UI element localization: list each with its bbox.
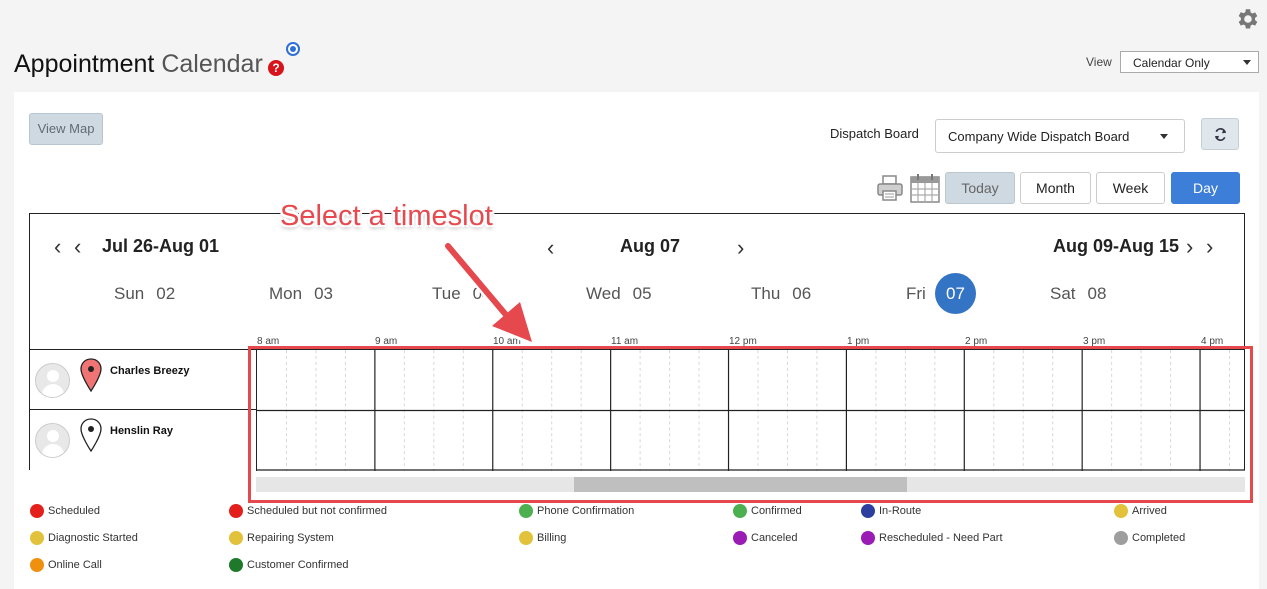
legend-dot	[1114, 504, 1128, 518]
technician-name: Charles Breezy	[110, 365, 190, 377]
dispatch-board-label: Dispatch Board	[830, 126, 919, 141]
current-date-label: Aug 07	[620, 236, 681, 256]
callout-text: Select a timeslot	[280, 200, 493, 232]
legend-dot	[229, 504, 243, 518]
avatar	[35, 363, 70, 398]
next-range-label[interactable]: Aug 09-Aug 15	[1053, 236, 1179, 257]
view-map-button[interactable]: View Map	[29, 113, 103, 145]
dispatch-board-value: Company Wide Dispatch Board	[948, 129, 1130, 144]
refresh-button[interactable]	[1201, 118, 1239, 150]
next-day-chevron-icon[interactable]: ›	[737, 237, 744, 259]
view-select[interactable]: Calendar Only	[1120, 51, 1259, 73]
page-title: Appointment Calendar	[14, 50, 263, 79]
legend-dot	[861, 504, 875, 518]
legend-dot	[30, 504, 44, 518]
legend-dot	[733, 504, 747, 518]
prev-chevron-icon[interactable]: ‹	[74, 236, 81, 258]
day-name: Sat	[1050, 284, 1076, 303]
legend-dot	[861, 531, 875, 545]
prev-prev-chevron-icon[interactable]: ‹	[54, 236, 61, 258]
day-name: Thu	[751, 284, 781, 303]
day-mon[interactable]: Mon 03	[269, 284, 333, 304]
day-wed[interactable]: Wed 05	[586, 284, 652, 304]
day-thu[interactable]: Thu 06	[751, 284, 811, 304]
timeslot-highlight-box	[248, 346, 1253, 503]
help-icon[interactable]: ?	[268, 60, 284, 76]
callout-arrow-icon	[442, 240, 535, 345]
today-button[interactable]: Today	[945, 172, 1015, 204]
day-name: Wed	[586, 284, 621, 303]
refresh-icon	[1214, 128, 1227, 141]
map-pin-icon	[80, 358, 102, 392]
day-sun[interactable]: Sun 02	[114, 284, 175, 304]
legend-dot	[229, 558, 243, 572]
week-view-button[interactable]: Week	[1096, 172, 1165, 204]
day-sat[interactable]: Sat 08	[1050, 284, 1106, 304]
legend-dot	[733, 531, 747, 545]
view-select-caret-icon	[1243, 60, 1251, 65]
legend-dot	[519, 531, 533, 545]
legend-dot	[30, 531, 44, 545]
avatar	[35, 423, 70, 458]
day-fri[interactable]: Fri	[906, 284, 926, 304]
legend-dot	[1114, 531, 1128, 545]
loading-indicator-icon	[286, 42, 300, 56]
technician-name: Henslin Ray	[110, 425, 173, 437]
calendar-grid-icon[interactable]	[909, 172, 941, 204]
map-pin-icon	[80, 418, 102, 452]
view-label: View	[1086, 55, 1112, 69]
day-number: 05	[632, 284, 652, 303]
day-name: Sun	[114, 284, 145, 303]
settings-gear-icon[interactable]	[1234, 6, 1260, 32]
page-title-secondary: Calendar	[161, 50, 263, 78]
legend-dot	[519, 504, 533, 518]
print-icon[interactable]	[875, 173, 905, 203]
day-number: 03	[314, 284, 333, 303]
dispatch-board-select[interactable]: Company Wide Dispatch Board	[935, 119, 1185, 153]
day-number: 08	[1087, 284, 1107, 303]
next-chevron-icon[interactable]: ›	[1186, 236, 1193, 258]
legend-dot	[30, 558, 44, 572]
day-name: Fri	[906, 284, 926, 303]
month-view-button[interactable]: Month	[1020, 172, 1091, 204]
view-select-value: Calendar Only	[1133, 56, 1210, 70]
page-title-primary: Appointment	[14, 50, 155, 78]
technician-row[interactable]: Henslin Ray	[30, 409, 256, 469]
day-view-button[interactable]: Day	[1171, 172, 1240, 204]
technician-row[interactable]: Charles Breezy	[30, 349, 256, 409]
dispatch-select-caret-icon	[1160, 134, 1168, 139]
prev-range-label[interactable]: Jul 26-Aug 01	[102, 236, 219, 257]
next-next-chevron-icon[interactable]: ›	[1206, 236, 1213, 258]
day-number: 06	[792, 284, 812, 303]
legend-dot	[229, 531, 243, 545]
day-name: Mon	[269, 284, 303, 303]
selected-day-number[interactable]: 07	[935, 273, 976, 314]
day-number: 02	[156, 284, 176, 303]
